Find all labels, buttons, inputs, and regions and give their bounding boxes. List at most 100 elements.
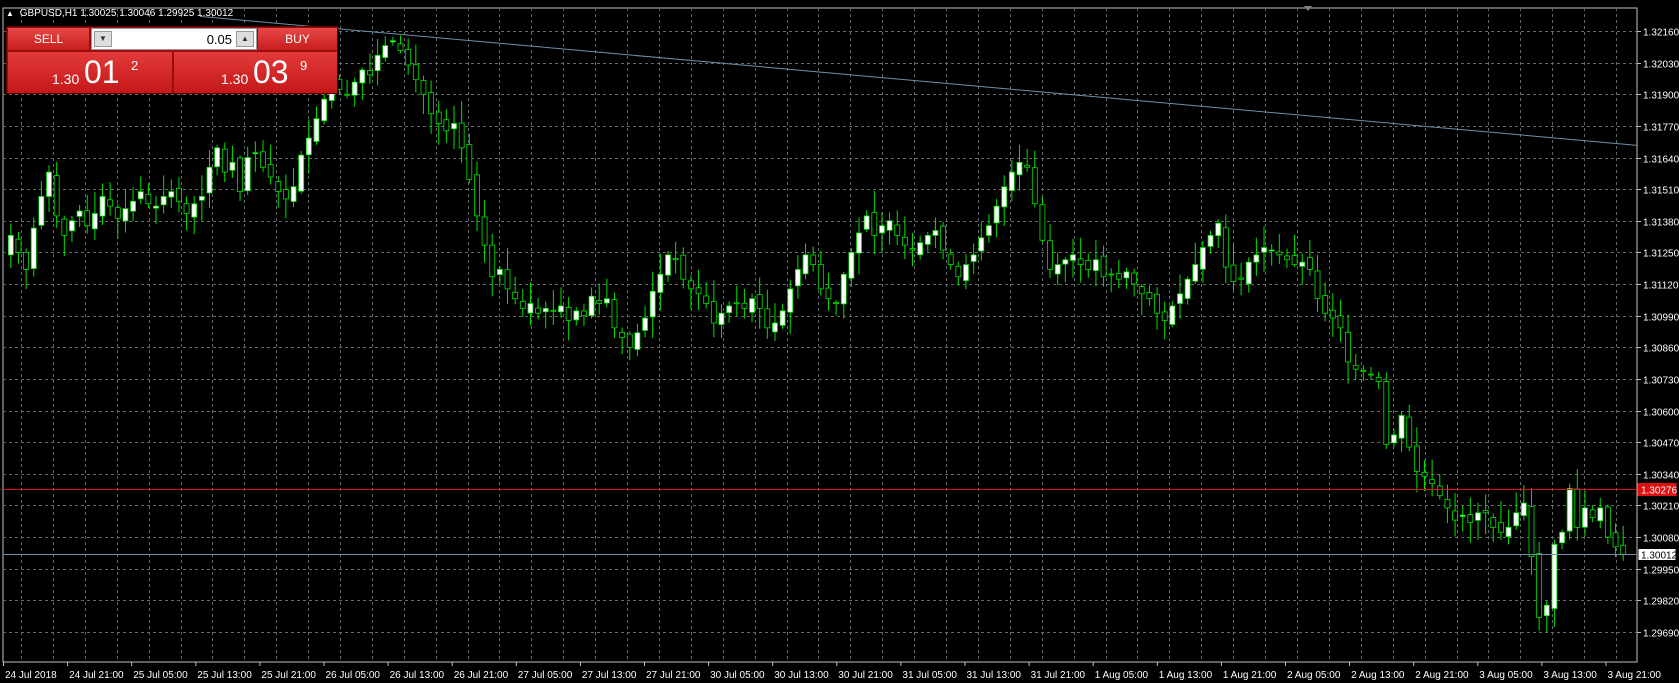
candle-body — [435, 111, 442, 124]
candle-body — [1360, 369, 1367, 373]
candle-body — [420, 80, 427, 95]
lot-size-input[interactable] — [116, 31, 232, 47]
candle-body — [993, 205, 1000, 224]
candle-body — [30, 227, 37, 269]
candle-body — [374, 54, 381, 72]
candle-body — [1108, 273, 1115, 276]
decrease-lot-icon[interactable]: ▼ — [94, 31, 112, 47]
candle-body — [1238, 277, 1245, 280]
candle-body — [794, 269, 801, 287]
candle-body — [1077, 258, 1084, 265]
sell-button[interactable]: SELL — [8, 28, 89, 50]
candle-body — [672, 258, 679, 261]
candle-body — [581, 310, 587, 317]
x-tick-label: 25 Jul 13:00 — [197, 670, 252, 681]
x-tick-label: 27 Jul 13:00 — [582, 670, 637, 681]
lot-size-stepper[interactable]: ▼ ▲ — [91, 28, 257, 50]
candle-body — [886, 220, 893, 231]
x-tick-label: 26 Jul 13:00 — [390, 670, 445, 681]
candle-body — [588, 295, 595, 316]
candle-body — [764, 308, 771, 329]
y-tick-label: 1.32160 — [1643, 28, 1679, 39]
x-tick-label: 3 Aug 21:00 — [1608, 670, 1662, 681]
increase-lot-icon[interactable]: ▲ — [236, 31, 254, 47]
candle-body — [214, 147, 221, 168]
plot-frame — [2, 7, 1638, 663]
candle-body — [749, 298, 755, 313]
candle-body — [351, 81, 358, 96]
candle-body — [741, 302, 748, 309]
candle-body — [114, 207, 121, 219]
candle-body — [1490, 517, 1497, 528]
x-tick-label: 30 Jul 13:00 — [774, 670, 829, 681]
candle-body — [69, 220, 75, 232]
candle-body — [1513, 512, 1520, 527]
candle-body — [489, 244, 496, 278]
candle-body — [229, 161, 236, 171]
one-click-trading-panel: SELL ▼ ▲ BUY 1.30 01 2 1.30 03 9 — [6, 26, 338, 94]
candle-body — [267, 164, 274, 178]
candle-body — [1291, 255, 1298, 265]
x-tick-label: 1 Aug 05:00 — [1095, 670, 1149, 681]
candle-body — [15, 238, 22, 253]
candle-body — [986, 225, 992, 236]
candle-body — [443, 119, 450, 132]
candle-body — [367, 70, 373, 76]
candle-body — [1192, 264, 1199, 282]
candle-body — [657, 273, 664, 293]
candle-body — [1406, 416, 1413, 448]
y-tick-label: 1.30340 — [1643, 471, 1679, 482]
candle-body — [1230, 264, 1237, 283]
y-tick-label: 1.31120 — [1643, 281, 1679, 292]
x-tick-label: 1 Aug 13:00 — [1159, 670, 1213, 681]
candle-body — [970, 254, 977, 262]
candle-body — [1154, 293, 1160, 314]
candle-body — [924, 234, 931, 245]
price-chart[interactable]: 1.32160 1.32030 1.31900 1.31770 1.31640 1.315… — [0, 0, 1679, 683]
candle-body — [726, 305, 733, 313]
candle-body — [848, 252, 855, 279]
candle-body — [389, 40, 396, 43]
candle-body — [1245, 261, 1252, 285]
candle-body — [275, 181, 282, 192]
candle-body — [1566, 488, 1573, 532]
candle-body — [963, 264, 969, 282]
candle-body — [940, 225, 946, 251]
y-tick-label: 1.32030 — [1643, 60, 1679, 71]
x-tick-label: 25 Jul 05:00 — [133, 670, 188, 681]
candle-body — [1421, 471, 1428, 477]
candle-body — [833, 302, 840, 305]
y-tick-label: 1.31510 — [1643, 186, 1679, 197]
candle-body — [642, 317, 648, 331]
candle-body — [817, 263, 824, 290]
candle-body — [1391, 434, 1397, 444]
candle-body — [1024, 164, 1031, 168]
candle-body — [1429, 479, 1436, 484]
candle-body — [787, 288, 794, 313]
buy-button[interactable]: BUY — [258, 28, 337, 50]
candle-body — [1604, 506, 1611, 538]
candle-body — [1115, 273, 1122, 280]
candle-body — [665, 254, 671, 276]
candle-body — [1597, 507, 1604, 522]
candle-body — [137, 191, 144, 200]
symbol-label: GBPUSD,H1 — [19, 8, 78, 19]
candle-body — [1215, 222, 1222, 237]
candle-body — [1559, 531, 1565, 544]
candle-body — [321, 98, 328, 122]
x-tick-label: 2 Aug 05:00 — [1287, 670, 1341, 681]
candle-body — [695, 287, 702, 295]
candle-body — [542, 307, 549, 313]
y-tick-label: 1.31900 — [1643, 91, 1679, 102]
candle-body — [359, 69, 366, 84]
candle-body — [1138, 286, 1145, 295]
sell-price-pips: 01 — [84, 54, 120, 90]
candle-body — [183, 203, 190, 214]
buy-price-button[interactable]: 1.30 03 9 — [174, 52, 337, 93]
candle-body — [145, 193, 152, 205]
sell-price-button[interactable]: 1.30 01 2 — [8, 52, 172, 93]
candle-body — [252, 152, 259, 155]
x-tick-label: 27 Jul 21:00 — [646, 670, 701, 681]
candle-body — [46, 171, 52, 197]
candle-body — [573, 310, 580, 321]
